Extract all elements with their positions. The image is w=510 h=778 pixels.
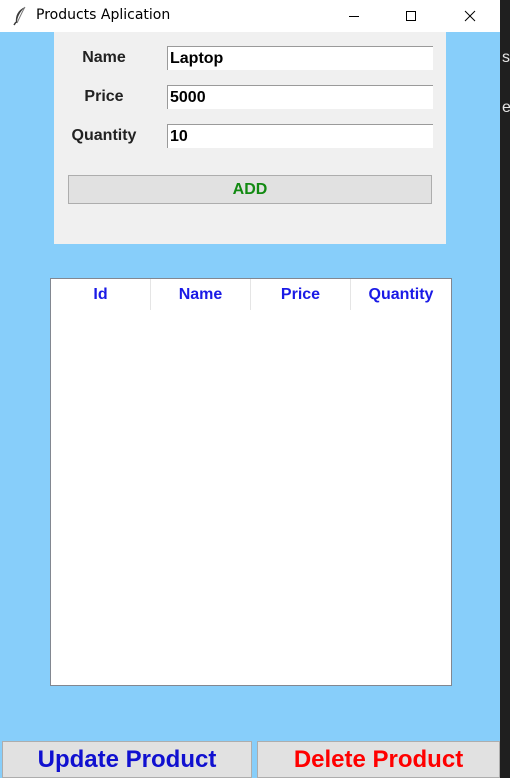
update-product-button[interactable]: Update Product <box>2 741 252 778</box>
table-header: Id Name Price Quantity <box>51 279 451 310</box>
app-window: Products Aplication Name Price Quantity … <box>0 0 500 778</box>
column-header-id[interactable]: Id <box>51 279 151 310</box>
minimize-icon <box>349 16 359 17</box>
minimize-button[interactable] <box>331 0 377 32</box>
price-label: Price <box>84 88 124 105</box>
close-icon <box>464 10 476 22</box>
window-title: Products Aplication <box>36 7 171 23</box>
maximize-button[interactable] <box>388 0 434 32</box>
quantity-label: Quantity <box>71 127 137 144</box>
name-field[interactable] <box>167 46 433 70</box>
product-form: Name Price Quantity ADD <box>54 32 446 244</box>
name-label: Name <box>82 49 126 66</box>
background-text-fragment: sc <box>502 49 510 66</box>
feather-icon <box>12 6 28 26</box>
maximize-icon <box>406 11 416 21</box>
background-text-fragment: er <box>502 99 510 116</box>
add-button[interactable]: ADD <box>68 175 432 204</box>
column-header-quantity[interactable]: Quantity <box>351 279 451 310</box>
delete-product-button[interactable]: Delete Product <box>257 741 500 778</box>
close-button[interactable] <box>447 0 493 32</box>
column-header-name[interactable]: Name <box>151 279 251 310</box>
price-field[interactable] <box>167 85 433 109</box>
title-bar[interactable]: Products Aplication <box>0 0 500 32</box>
products-table[interactable]: Id Name Price Quantity <box>50 278 452 686</box>
quantity-field[interactable] <box>167 124 433 148</box>
column-header-price[interactable]: Price <box>251 279 351 310</box>
